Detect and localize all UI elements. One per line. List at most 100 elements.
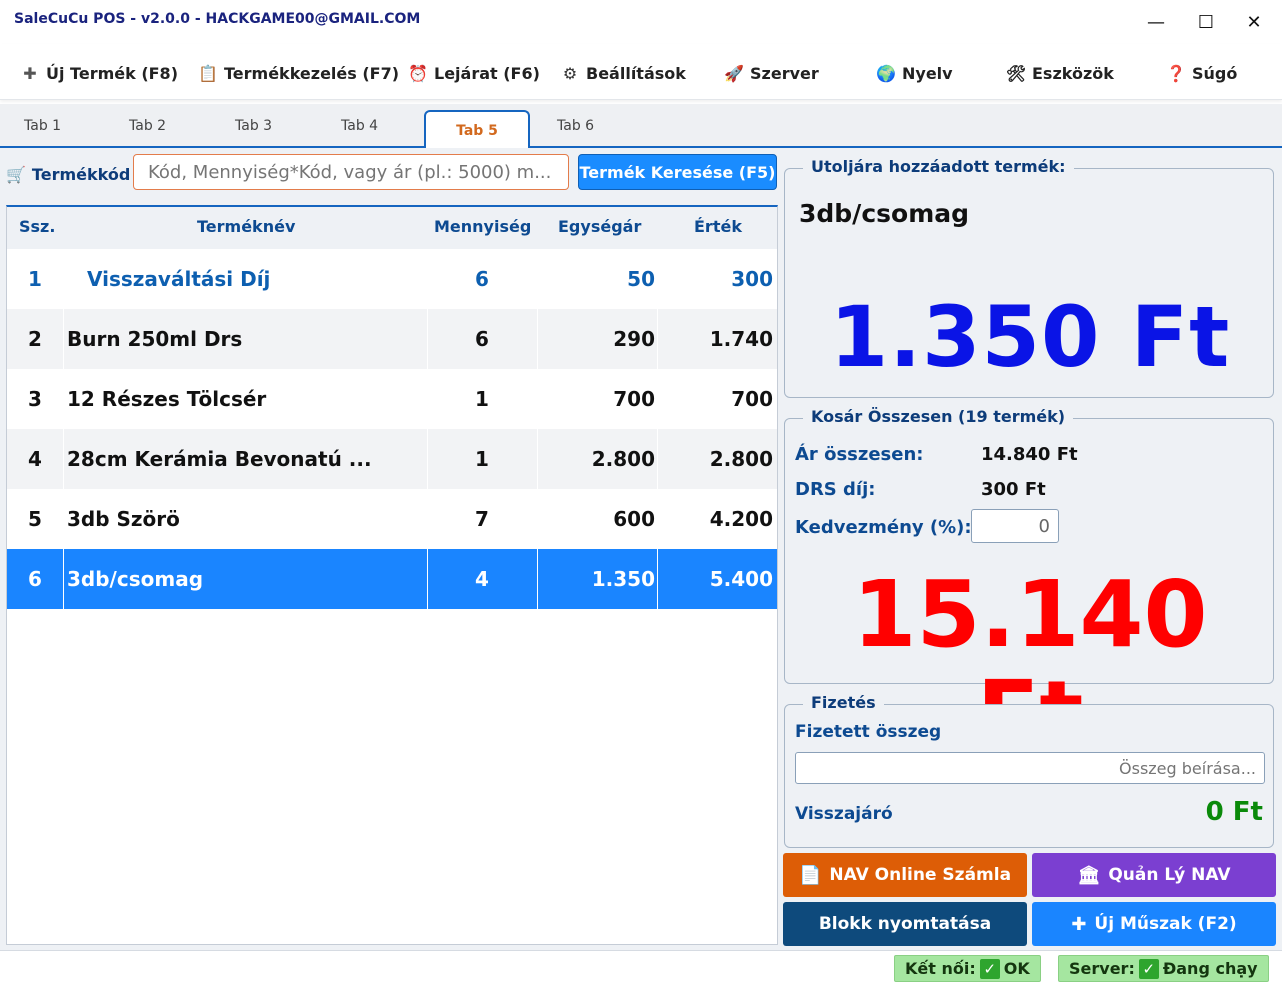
row-price: 290 [613, 327, 655, 351]
row-name: 28cm Kerámia Bevonatú ... [67, 447, 372, 471]
row-value: 700 [731, 387, 773, 411]
cart-total-legend: Kosár Összesen (19 termék) [803, 407, 1074, 426]
header-name[interactable]: Terméknév [197, 217, 295, 236]
row-name: 3db/csomag [67, 567, 204, 591]
row-no: 5 [28, 507, 42, 531]
row-qty: 4 [475, 567, 489, 591]
row-price: 600 [613, 507, 655, 531]
tab-bar: Tab 1 Tab 2 Tab 3 Tab 4 Tab 5 Tab 6 [0, 104, 1282, 150]
row-price: 2.800 [591, 447, 655, 471]
menu-settings[interactable]: ⚙ Beállítások [560, 61, 686, 85]
menu-expiry[interactable]: ⏰ Lejárat (F6) [408, 61, 540, 85]
row-no: 6 [28, 567, 42, 591]
cart-icon: 🛒 [6, 164, 26, 184]
nav-online-invoice-button[interactable]: 📄 NAV Online Számla [783, 853, 1027, 897]
row-name: Burn 250ml Drs [67, 327, 243, 351]
manage-nav-button[interactable]: 🏛 Quản Lý NAV [1032, 853, 1276, 897]
drs-label: DRS díj: [795, 479, 876, 500]
row-no: 4 [28, 447, 42, 471]
menu-help[interactable]: ❓ Súgó [1166, 61, 1237, 85]
row-name: 3db Szörö [67, 507, 180, 531]
tab-5[interactable]: Tab 5 [424, 110, 530, 150]
table-row[interactable]: 5 3db Szörö 7 600 4.200 [7, 489, 777, 549]
header-no[interactable]: Ssz. [19, 217, 55, 236]
bank-icon: 🏛 [1077, 864, 1101, 886]
print-receipt-button[interactable]: Blokk nyomtatása [783, 902, 1027, 946]
minimize-button[interactable]: — [1136, 8, 1176, 36]
menu-server-label: Szerver [750, 63, 819, 83]
header-quantity[interactable]: Mennyiség [434, 217, 531, 236]
menu-expiry-label: Lejárat (F6) [434, 63, 540, 83]
tab-2[interactable]: Tab 2 [129, 118, 166, 134]
cart-table: Ssz. Terméknév Mennyiség Egységár Érték … [6, 205, 778, 945]
tab-6[interactable]: Tab 6 [557, 118, 594, 134]
change-value: 0 Ft [1205, 797, 1263, 827]
menu-product-management[interactable]: 📋 Termékkezelés (F7) [198, 61, 399, 85]
menu-language-label: Nyelv [902, 63, 953, 83]
table-row[interactable]: 3 12 Részes Tölcsér 1 700 700 [7, 369, 777, 429]
row-price: 1.350 [591, 567, 655, 591]
paid-amount-input[interactable] [795, 752, 1265, 784]
tab-3[interactable]: Tab 3 [235, 118, 272, 134]
last-added-legend: Utoljára hozzáadott termék: [803, 157, 1074, 176]
row-value: 4.200 [709, 507, 773, 531]
row-value: 300 [731, 267, 773, 291]
maximize-button[interactable]: ☐ [1186, 8, 1226, 36]
product-code-label: 🛒 Termékkód [6, 164, 131, 184]
close-button[interactable]: ✕ [1234, 8, 1274, 36]
row-price: 700 [613, 387, 655, 411]
globe-icon: 🌍 [876, 63, 896, 83]
row-no: 1 [28, 267, 42, 291]
menu-tools[interactable]: 🛠 Eszközök [1006, 61, 1114, 85]
row-no: 3 [28, 387, 42, 411]
last-added-price: 1.350 Ft [829, 288, 1231, 386]
new-shift-button[interactable]: ✚ Új Műszak (F2) [1032, 902, 1276, 946]
row-value: 2.800 [709, 447, 773, 471]
table-row[interactable]: 2 Burn 250ml Drs 6 290 1.740 [7, 309, 777, 369]
last-added-panel: Utoljára hozzáadott termék: 3db/csomag 1… [784, 157, 1274, 398]
row-qty: 1 [475, 447, 489, 471]
row-qty: 7 [475, 507, 489, 531]
change-label: Visszajáró [795, 804, 893, 824]
check-icon: ✓ [979, 958, 1000, 979]
alarm-clock-icon: ⏰ [408, 63, 428, 83]
payment-panel: Fizetés Fizetett összeg Visszajáró 0 Ft [784, 693, 1274, 848]
header-value[interactable]: Érték [694, 217, 742, 236]
product-search-button[interactable]: Termék Keresése (F5) [578, 154, 777, 190]
table-row[interactable]: 4 28cm Kerámia Bevonatú ... 1 2.800 2.80… [7, 429, 777, 489]
product-code-input[interactable] [133, 154, 569, 190]
discount-input[interactable]: 0 [971, 509, 1059, 543]
header-unit-price[interactable]: Egységár [558, 217, 641, 236]
gear-icon: ⚙ [562, 63, 578, 83]
rocket-icon: 🚀 [724, 63, 744, 83]
plus-icon: ✚ [1071, 913, 1087, 935]
question-icon: ❓ [1166, 63, 1186, 83]
server-status: Server: ✓ Đang chạy [1058, 955, 1269, 982]
row-value: 5.400 [709, 567, 773, 591]
tab-1[interactable]: Tab 1 [24, 118, 61, 134]
total-value: 14.840 Ft [981, 444, 1078, 465]
menu-new-product[interactable]: ✚ Új Termék (F8) [20, 61, 178, 85]
row-qty: 6 [475, 327, 489, 351]
menu-product-management-label: Termékkezelés (F7) [224, 63, 400, 83]
clipboard-icon: 📋 [198, 63, 218, 83]
menu-help-label: Súgó [1192, 63, 1238, 83]
menu-bar: ✚ Új Termék (F8) 📋 Termékkezelés (F7) ⏰ … [0, 44, 1282, 100]
document-icon: 📄 [798, 864, 822, 886]
row-price: 50 [627, 267, 655, 291]
menu-settings-label: Beállítások [586, 63, 686, 83]
discount-label: Kedvezmény (%): [795, 517, 972, 538]
row-qty: 6 [475, 267, 489, 291]
menu-server[interactable]: 🚀 Szerver [724, 61, 819, 85]
menu-language[interactable]: 🌍 Nyelv [876, 61, 953, 85]
table-row-selected[interactable]: 6 3db/csomag 4 1.350 5.400 [7, 549, 777, 609]
row-name: Visszaváltási Díj [87, 267, 271, 291]
menu-new-product-label: Új Termék (F8) [46, 63, 178, 83]
check-icon: ✓ [1138, 958, 1159, 979]
paid-amount-label: Fizetett összeg [795, 722, 942, 742]
row-qty: 1 [475, 387, 489, 411]
title-bar: SaleCuCu POS - v2.0.0 - HACKGAME00@GMAIL… [0, 0, 1282, 44]
tab-4[interactable]: Tab 4 [341, 118, 378, 134]
row-no: 2 [28, 327, 42, 351]
table-row[interactable]: 1 Visszaváltási Díj 6 50 300 [7, 249, 777, 309]
